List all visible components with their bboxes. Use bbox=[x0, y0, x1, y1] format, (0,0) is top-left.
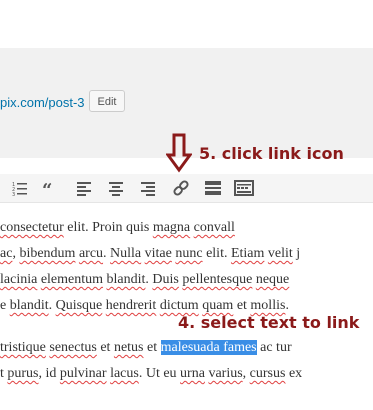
misspelled-word: pellentesque bbox=[182, 272, 253, 287]
misspelled-word: elementum bbox=[40, 272, 104, 287]
misspelled-word: senectus bbox=[49, 340, 97, 355]
arrow-down-icon bbox=[166, 133, 192, 173]
annotation-step-5: 5. click link icon bbox=[199, 144, 344, 163]
link-icon[interactable] bbox=[172, 180, 190, 196]
align-right-icon[interactable] bbox=[140, 180, 158, 196]
toolbar-toggle-icon[interactable] bbox=[234, 180, 254, 196]
misspelled-word: cursus bbox=[249, 366, 286, 381]
misspelled-word: Nulla bbox=[110, 246, 142, 261]
misspelled-word: blandit bbox=[106, 272, 146, 287]
editor-line: e blandit. Quisque hendrerit dictum quam… bbox=[0, 298, 289, 313]
editor-line: tristique senectus et netus et malesuada… bbox=[0, 340, 292, 355]
misspelled-word: Duis bbox=[152, 272, 179, 287]
misspelled-word: Etiam bbox=[230, 246, 265, 261]
misspelled-word: convall bbox=[193, 220, 235, 235]
misspelled-word: velit bbox=[267, 246, 293, 261]
misspelled-word: blandit bbox=[9, 298, 49, 313]
misspelled-word: urna bbox=[180, 366, 205, 381]
misspelled-word: vitae bbox=[144, 246, 172, 261]
editor-line: ac, bibendum arcu. Nulla vitae nunc elit… bbox=[0, 246, 301, 261]
misspelled-word: bibendum bbox=[19, 246, 76, 261]
align-center-icon[interactable] bbox=[108, 180, 126, 196]
misspelled-word: Quisque bbox=[55, 298, 103, 313]
misspelled-word: purus bbox=[7, 366, 39, 381]
svg-text:“: “ bbox=[42, 180, 52, 196]
misspelled-word: magna bbox=[152, 220, 191, 235]
annotation-step-4: 4. select text to link bbox=[178, 313, 360, 332]
read-more-icon[interactable] bbox=[204, 180, 222, 196]
misspelled-word: ac bbox=[0, 246, 13, 261]
edit-permalink-button[interactable]: Edit bbox=[89, 90, 125, 112]
svg-text:3: 3 bbox=[12, 192, 15, 196]
misspelled-word: tristique bbox=[0, 340, 46, 355]
misspelled-word: netus bbox=[113, 340, 144, 355]
misspelled-word: nunc bbox=[175, 246, 203, 261]
misspelled-word: mollis bbox=[250, 298, 286, 313]
misspelled-word: lacinia bbox=[0, 272, 38, 287]
numbered-list-icon[interactable]: 123 bbox=[12, 180, 30, 196]
misspelled-word: varius bbox=[208, 366, 243, 381]
editor-line: t purus, id pulvinar lacus. Ut eu urna v… bbox=[0, 366, 303, 381]
misspelled-word: pulvinar bbox=[59, 366, 107, 381]
align-left-icon[interactable] bbox=[76, 180, 94, 196]
permalink-url[interactable]: pix.com/post-3 bbox=[0, 95, 85, 110]
misspelled-word: consectetur bbox=[0, 220, 64, 235]
misspelled-word: hendrerit bbox=[105, 298, 157, 313]
misspelled-word: lacus bbox=[110, 366, 139, 381]
selected-text[interactable]: malesuada fames bbox=[160, 340, 257, 355]
misspelled-word: dictum bbox=[159, 298, 199, 313]
misspelled-word: quam bbox=[202, 298, 234, 313]
post-title-area[interactable] bbox=[0, 0, 373, 49]
misspelled-word: arcu bbox=[78, 246, 104, 261]
editor-line: consectetur elit. Proin quis magna conva… bbox=[0, 220, 235, 235]
editor-line: lacinia elementum blandit. Duis pellente… bbox=[0, 272, 290, 287]
blockquote-icon[interactable]: “ bbox=[42, 180, 60, 196]
misspelled-word: neque bbox=[255, 272, 290, 287]
